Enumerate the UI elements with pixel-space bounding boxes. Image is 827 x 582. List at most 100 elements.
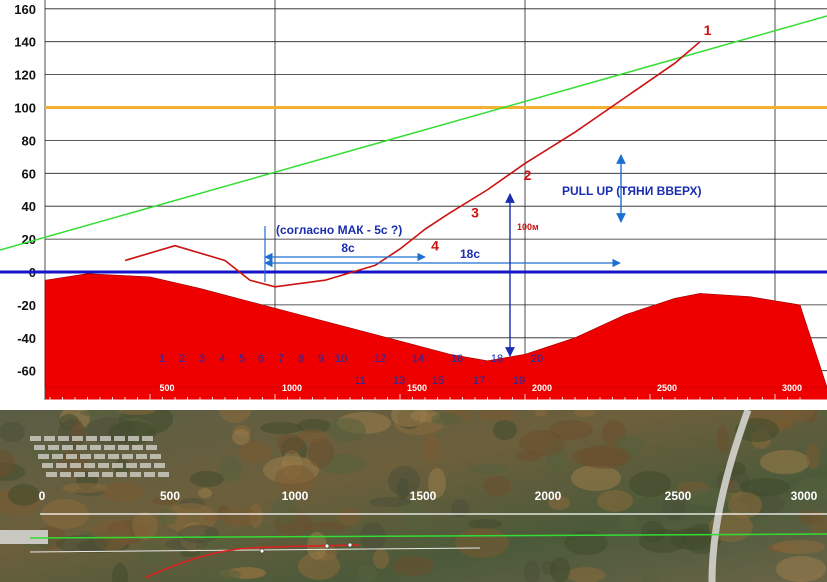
building <box>114 436 125 441</box>
terrain-patch <box>760 450 810 474</box>
terrain-patch <box>62 483 108 493</box>
building <box>136 454 147 459</box>
terrain-patch <box>299 429 327 443</box>
terrain-patch <box>798 510 820 524</box>
building <box>158 472 169 477</box>
terrain-patch <box>406 504 424 534</box>
terrain-patch <box>72 420 84 446</box>
x-tick-label: 500 <box>159 383 174 393</box>
terrain-patch <box>190 471 224 487</box>
building <box>122 454 133 459</box>
building <box>88 472 99 477</box>
terrain-patch <box>220 456 242 482</box>
building <box>58 436 69 441</box>
building <box>56 463 67 468</box>
terrain-profile <box>44 273 827 388</box>
y-tick-label: 120 <box>14 68 36 83</box>
y-tick-label: -60 <box>17 364 36 379</box>
terrain-patch <box>139 542 163 566</box>
map-x-tick-label: 1500 <box>410 489 437 503</box>
flight-point-label: 2 <box>524 167 532 183</box>
terrain-patch <box>8 484 40 506</box>
terrain-patch <box>483 476 511 496</box>
building <box>46 472 57 477</box>
terrain-patch <box>549 420 593 440</box>
y-tick-label: 20 <box>22 232 36 247</box>
marker-number: 17 <box>473 375 485 387</box>
building <box>84 463 95 468</box>
building <box>76 445 87 450</box>
y-tick-label: 140 <box>14 35 36 50</box>
marker-number: 8 <box>298 353 304 365</box>
terrain-patch <box>468 519 502 529</box>
marker-number: 16 <box>451 353 463 365</box>
marker-number: 13 <box>393 375 405 387</box>
building <box>146 445 157 450</box>
building <box>70 463 81 468</box>
y-tick-label: 60 <box>22 166 36 181</box>
y-tick-label: -20 <box>17 298 36 313</box>
building <box>108 454 119 459</box>
marker-number: 15 <box>432 375 444 387</box>
marker-number: 9 <box>318 353 324 365</box>
terrain-patch <box>159 509 177 525</box>
building <box>112 463 123 468</box>
marker-number: 5 <box>239 353 245 365</box>
terrain-patch <box>597 490 633 512</box>
terrain-patch <box>222 507 258 527</box>
flight-point-label: 4 <box>431 238 439 254</box>
x-tick-label: 2000 <box>532 383 552 393</box>
building <box>94 454 105 459</box>
y-tick-label: -40 <box>17 331 36 346</box>
height-label-100m: 100м <box>517 222 539 232</box>
building <box>100 436 111 441</box>
y-tick-label: 40 <box>22 199 36 214</box>
marker-number: 19 <box>513 375 525 387</box>
terrain-patch <box>806 443 820 469</box>
building <box>104 445 115 450</box>
map-x-tick-label: 0 <box>39 489 46 503</box>
terrain-patch <box>717 425 729 453</box>
terrain-patch <box>328 418 366 442</box>
terrain-patch <box>468 464 508 474</box>
terrain-patch <box>571 465 621 491</box>
x-tick-label: 2500 <box>657 383 677 393</box>
marker-number: 20 <box>531 353 543 365</box>
map-x-tick-label: 500 <box>160 489 180 503</box>
interval-label-18s: 18с <box>460 247 480 261</box>
terrain-patch <box>423 434 439 462</box>
y-tick-label: 160 <box>14 2 36 17</box>
y-tick-label: 100 <box>14 101 36 116</box>
building <box>154 463 165 468</box>
building <box>38 454 49 459</box>
terrain-patch <box>776 556 826 582</box>
approach-profile-chart: 160140120100806040200-20-40-605001000150… <box>0 0 827 410</box>
building <box>44 436 55 441</box>
map-x-tick-label: 1000 <box>282 489 309 503</box>
flight-path-line <box>124 41 701 288</box>
marker-number: 11 <box>354 375 365 387</box>
terrain-patch <box>619 515 637 529</box>
map-x-tick-label: 3000 <box>791 489 818 503</box>
figure: 160140120100806040200-20-40-605001000150… <box>0 0 827 582</box>
marker-number: 2 <box>179 353 185 365</box>
building <box>118 445 129 450</box>
terrain-patch <box>277 434 303 454</box>
building <box>74 472 85 477</box>
building <box>62 445 73 450</box>
terrain-patch <box>373 549 389 569</box>
terrain-patch <box>493 420 517 440</box>
marker-number: 14 <box>412 353 424 365</box>
terrain-patch <box>103 482 143 502</box>
satellite-map: 0 500 1000 1500 2000 2500 3000 <box>0 410 827 582</box>
marker-number: 10 <box>335 353 347 365</box>
building <box>52 454 63 459</box>
building <box>30 436 41 441</box>
terrain-patch <box>209 569 241 581</box>
map-x-tick-label: 2000 <box>535 489 562 503</box>
terrain-patch <box>550 557 570 582</box>
map-track-point <box>347 542 353 548</box>
building <box>42 463 53 468</box>
map-track-point <box>259 548 265 554</box>
building <box>48 445 59 450</box>
